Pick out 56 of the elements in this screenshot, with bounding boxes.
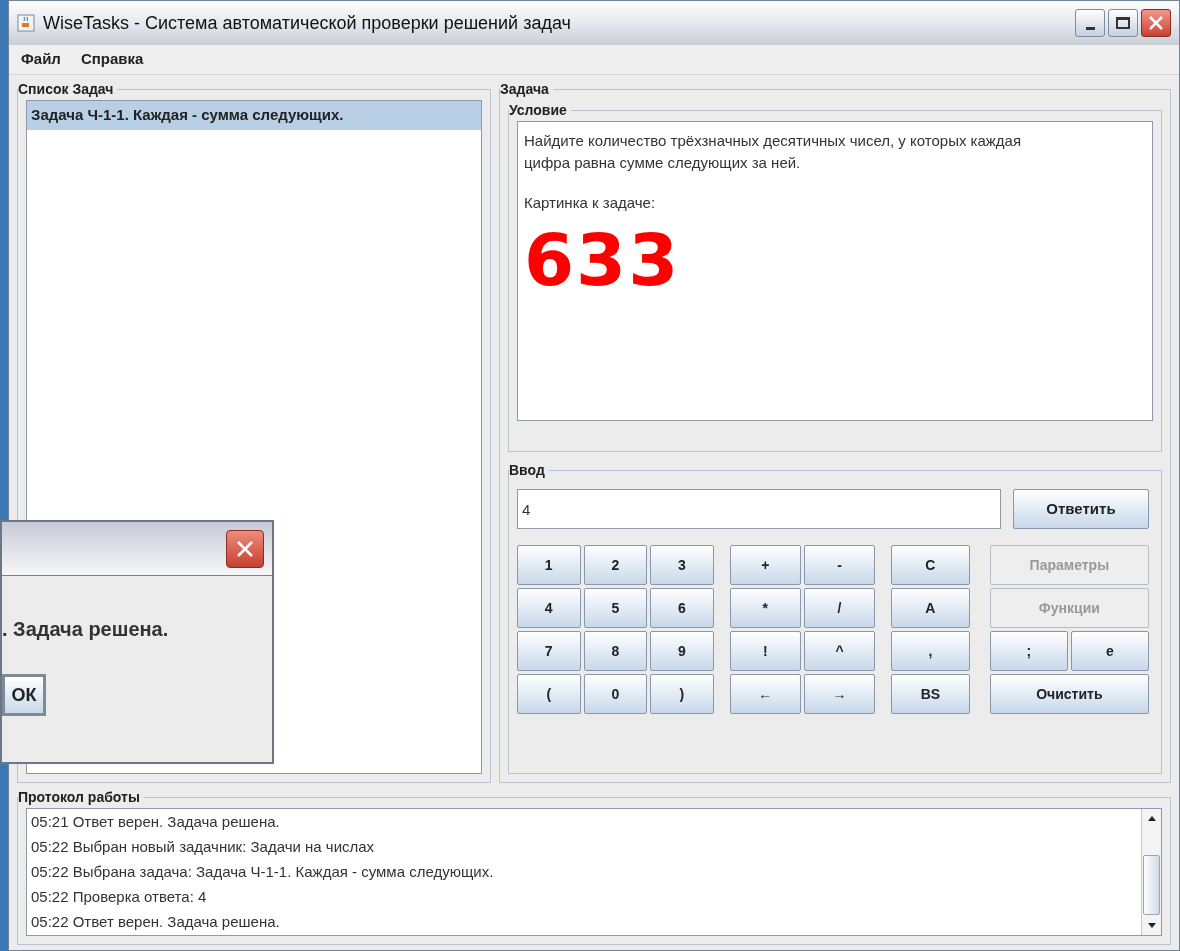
keypad-button[interactable]: Очистить bbox=[989, 674, 1149, 714]
keypad-button[interactable]: 2 bbox=[583, 545, 648, 585]
keypad-button[interactable]: 1 bbox=[517, 545, 581, 585]
close-icon bbox=[1148, 15, 1164, 31]
log-line: 05:22 Выбрана задача: Задача Ч-1-1. Каждая - сумма следующих. bbox=[31, 862, 495, 882]
keypad-button[interactable]: , bbox=[891, 631, 970, 671]
dialog-message: . Задача решена. bbox=[2, 617, 170, 642]
keypad-button[interactable]: - bbox=[803, 545, 876, 585]
window-title: WiseTasks - Система автоматической проверки решений задач bbox=[43, 11, 572, 35]
keypad-button[interactable]: 0 bbox=[583, 674, 648, 714]
task-picture-number: 633 bbox=[524, 216, 682, 304]
keypad-button[interactable]: ) bbox=[650, 674, 714, 714]
keypad-button[interactable]: 4 bbox=[517, 588, 581, 628]
keypad-button[interactable]: e bbox=[1070, 631, 1149, 671]
keypad-button[interactable]: ; bbox=[989, 631, 1068, 671]
keypad-button[interactable]: ^ bbox=[803, 631, 876, 671]
keypad-button[interactable]: 6 bbox=[650, 588, 714, 628]
menu-item[interactable]: Справка bbox=[80, 48, 144, 71]
close-button[interactable] bbox=[1141, 9, 1171, 37]
keypad-button[interactable]: ( bbox=[517, 674, 581, 714]
keypad-button[interactable]: ← bbox=[729, 674, 801, 714]
log-line: 05:22 Ответ верен. Задача решена. bbox=[31, 912, 281, 932]
keypad-button[interactable]: 3 bbox=[650, 545, 714, 585]
answer-button[interactable]: Ответить bbox=[1013, 489, 1149, 529]
keypad-button[interactable]: A bbox=[891, 588, 970, 628]
keypad-button[interactable]: * bbox=[729, 588, 801, 628]
keypad-button[interactable]: C bbox=[891, 545, 970, 585]
keypad-button[interactable]: 7 bbox=[517, 631, 581, 671]
keypad-button[interactable]: + bbox=[729, 545, 801, 585]
ok-button[interactable]: ОК bbox=[2, 674, 46, 716]
keypad-button[interactable]: 8 bbox=[583, 631, 648, 671]
keypad-button[interactable]: ! bbox=[729, 631, 801, 671]
panel-title: Ввод bbox=[509, 461, 546, 480]
keypad-button[interactable]: 9 bbox=[650, 631, 714, 671]
scrollbar[interactable] bbox=[1141, 809, 1161, 935]
panel-title: Список Задач bbox=[18, 80, 115, 99]
picture-caption: Картинка к задаче: bbox=[524, 193, 657, 213]
close-icon bbox=[235, 538, 255, 559]
task-list-item[interactable]: Задача Ч-1-1. Каждая - сумма следующих. bbox=[27, 101, 481, 130]
panel-title: Условие bbox=[509, 101, 568, 120]
log-line: 05:22 Проверка ответа: 4 bbox=[31, 887, 208, 907]
answer-field[interactable]: 4 bbox=[517, 489, 1001, 529]
maximize-button[interactable] bbox=[1108, 9, 1138, 37]
keypad-button[interactable]: 5 bbox=[583, 588, 648, 628]
scroll-thumb[interactable] bbox=[1143, 855, 1160, 915]
panel-title: Протокол работы bbox=[18, 788, 141, 807]
close-button[interactable] bbox=[226, 529, 264, 568]
keypad-button[interactable]: → bbox=[803, 674, 876, 714]
keypad-button[interactable]: / bbox=[803, 588, 876, 628]
menu-item[interactable]: Файл bbox=[21, 48, 61, 71]
panel-title: Задача bbox=[500, 80, 550, 99]
log-line: 05:22 Выбран новый задачник: Задачи на числах bbox=[31, 837, 376, 857]
keypad-button[interactable]: BS bbox=[891, 674, 970, 714]
minimize-button[interactable] bbox=[1075, 9, 1105, 37]
condition-text: Найдите количество трёхзначных десятичных чисел, у которых каждая цифра равна сумме следующих за ней. bbox=[524, 131, 1023, 173]
log-line: 05:21 Ответ верен. Задача решена. bbox=[31, 812, 281, 832]
